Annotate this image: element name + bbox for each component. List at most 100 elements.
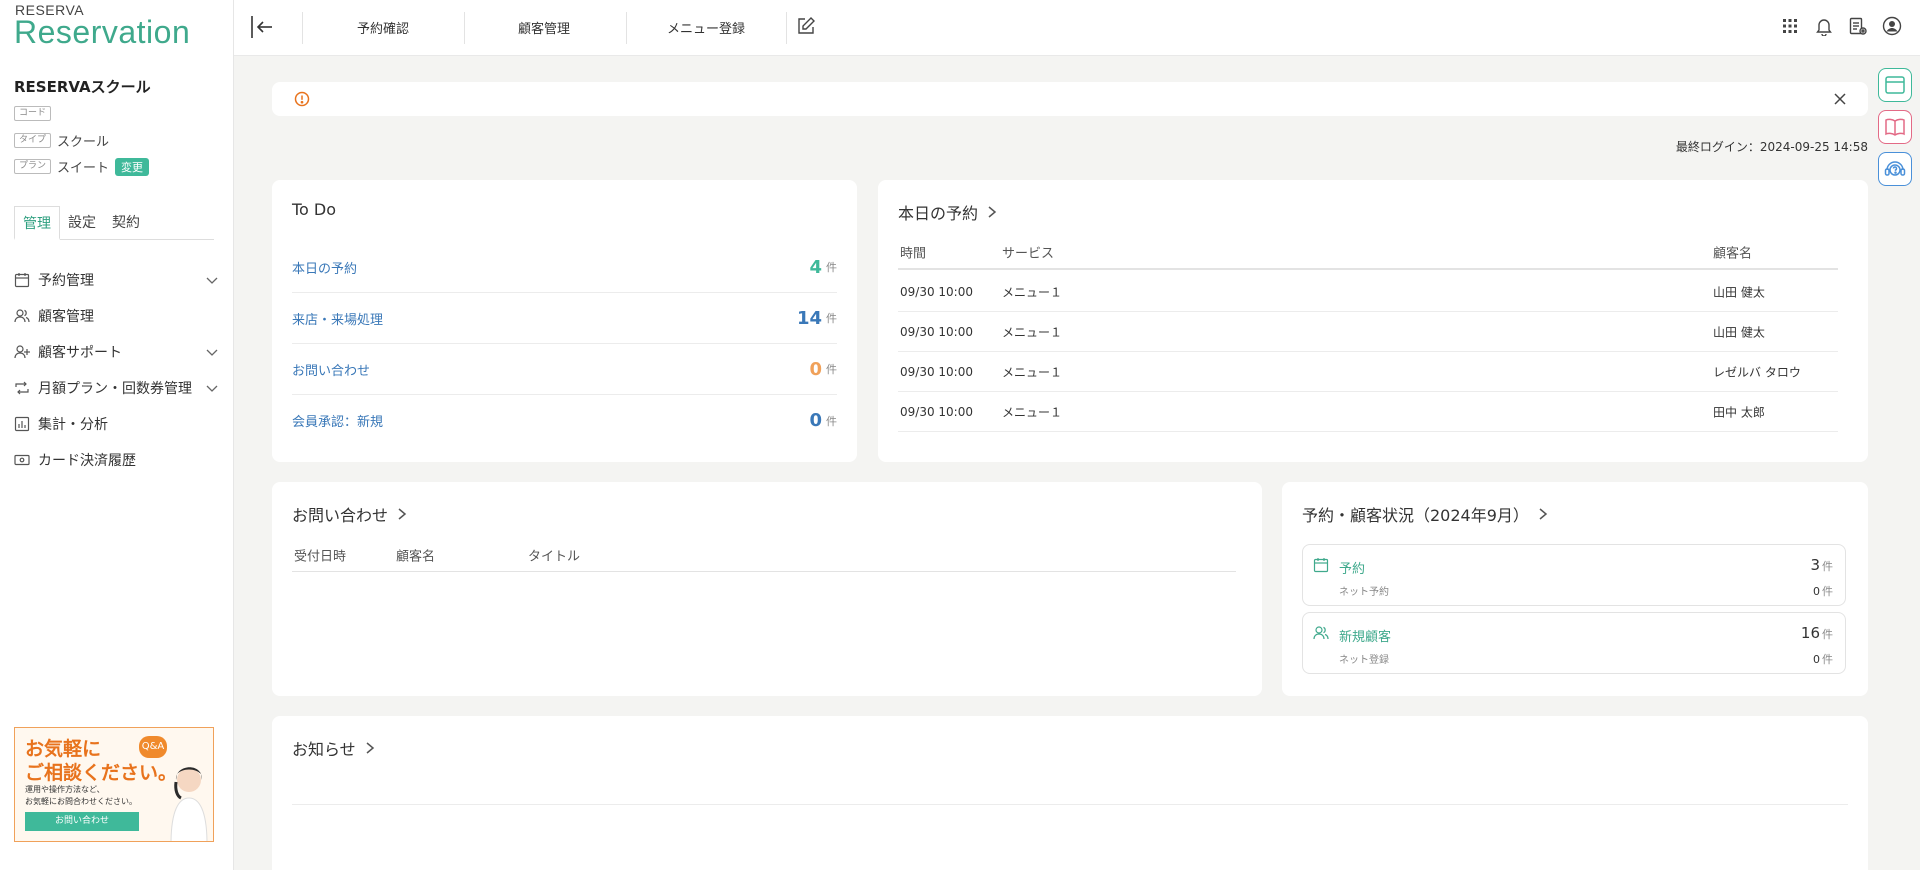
todo-title-text: To Do	[292, 200, 337, 219]
brand-logo[interactable]: Reservation	[14, 14, 190, 51]
status-title-text[interactable]: 予約・顧客状況（2024年9月）	[1302, 502, 1529, 526]
inquiry-title[interactable]: お問い合わせ	[292, 502, 408, 526]
nav-customers[interactable]: 顧客管理	[14, 298, 219, 334]
nav-analytics[interactable]: 集計・分析	[14, 406, 219, 442]
stat-unit: 件	[1822, 585, 1833, 598]
todo-item-checkin[interactable]: 来店・来場処理 14 件	[292, 293, 837, 344]
row-time: 09/30 10:00	[900, 404, 973, 419]
col-customer: 顧客名	[1713, 246, 1753, 262]
support-banner[interactable]: お気軽に ご相談ください。 Q&A 運用や操作方法など、 お気軽にお問合わせくだ…	[14, 727, 214, 842]
bell-icon[interactable]	[1814, 16, 1834, 36]
todo-label[interactable]: 来店・来場処理	[292, 309, 797, 328]
type-tag: タイプ	[14, 133, 52, 148]
header-link-reservation-check[interactable]: 予約確認	[357, 18, 409, 37]
today-title-text[interactable]: 本日の予約	[898, 200, 978, 224]
table-row[interactable]: 09/30 10:00 メニュー１ 山田 健太	[898, 272, 1838, 312]
code-tag: コード	[14, 106, 52, 121]
stat-subvalue: 0件	[1813, 651, 1833, 667]
today-reservations-card: 本日の予約 時間 サービス 顧客名 09/30 10:00 メニュー１ 山田 健…	[878, 180, 1868, 462]
nav-card-history[interactable]: カード決済履歴	[14, 442, 219, 478]
browser-float-button[interactable]	[1878, 68, 1912, 102]
collapse-sidebar-icon[interactable]	[250, 14, 274, 40]
stat-value: 16 件	[1801, 624, 1833, 642]
users-icon	[1313, 626, 1329, 640]
todo-item-today-reservations[interactable]: 本日の予約 4 件	[292, 242, 837, 293]
alert-icon	[294, 91, 310, 107]
stat-subvalue-number: 0	[1813, 653, 1820, 666]
today-title[interactable]: 本日の予約	[898, 200, 998, 224]
todo-label[interactable]: 本日の予約	[292, 258, 809, 277]
chevron-right-icon[interactable]	[1537, 507, 1549, 521]
support-person-illustration	[170, 767, 208, 841]
header-link-customer-management[interactable]: 顧客管理	[518, 18, 570, 37]
help-float-button[interactable]	[1878, 152, 1912, 186]
status-card: 予約・顧客状況（2024年9月） 予約 ネット予約 3件 0件 新規顧客 ネット…	[1282, 482, 1868, 696]
todo-count: 14	[796, 307, 822, 329]
todo-count: 0	[809, 358, 822, 380]
inquiry-title-text[interactable]: お問い合わせ	[292, 502, 388, 526]
todo-unit: 件	[826, 261, 837, 274]
status-title[interactable]: 予約・顧客状況（2024年9月）	[1302, 502, 1549, 526]
stat-label: 予約	[1339, 562, 1366, 577]
close-icon[interactable]	[1834, 93, 1846, 105]
news-card: お知らせ	[272, 716, 1868, 870]
calendar-icon	[14, 273, 30, 288]
card-icon	[14, 454, 30, 466]
edit-icon[interactable]	[796, 16, 816, 36]
todo-count: 0	[809, 410, 822, 431]
table-row[interactable]: 09/30 10:00 メニュー１ 田中 太郎	[898, 392, 1838, 432]
header-divider	[786, 12, 787, 44]
stat-value-number: 16	[1800, 624, 1820, 642]
stat-sublabel: ネット予約	[1339, 587, 1389, 598]
chevron-down-icon[interactable]	[205, 381, 219, 395]
nav-plans[interactable]: 月額プラン・回数券管理	[14, 370, 219, 406]
row-customer: 田中 太郎	[1713, 405, 1765, 419]
table-row[interactable]: 09/30 10:00 メニュー１ 山田 健太	[898, 312, 1838, 352]
chevron-right-icon[interactable]	[364, 741, 376, 755]
todo-label[interactable]: 会員承認：新規	[292, 411, 809, 430]
side-tabs: 管理 設定 契約	[14, 206, 214, 240]
chevron-down-icon[interactable]	[205, 273, 219, 287]
nav-label: 予約管理	[38, 273, 94, 289]
settings-list-icon[interactable]	[1848, 16, 1868, 36]
stat-value: 3件	[1810, 556, 1833, 574]
manual-float-button[interactable]	[1878, 110, 1912, 144]
row-customer: 山田 健太	[1713, 325, 1765, 339]
nav-support[interactable]: 顧客サポート	[14, 334, 219, 370]
stat-reservations[interactable]: 予約 ネット予約 3件 0件	[1302, 544, 1846, 606]
chevron-right-icon[interactable]	[986, 205, 998, 219]
promo-contact-button[interactable]: お問い合わせ	[25, 812, 139, 831]
col-time: 時間	[900, 246, 927, 262]
promo-headline-2: ご相談ください。	[25, 762, 178, 784]
news-title[interactable]: お知らせ	[292, 736, 376, 760]
col-service: サービス	[1002, 246, 1055, 262]
apps-grid-icon[interactable]	[1780, 16, 1800, 36]
plan-change-button[interactable]: 変更	[115, 157, 150, 176]
stat-new-customers[interactable]: 新規顧客 ネット登録 16 件 0件	[1302, 612, 1846, 674]
todo-unit: 件	[826, 312, 837, 325]
todo-label[interactable]: お問い合わせ	[292, 360, 809, 379]
news-title-text[interactable]: お知らせ	[292, 736, 356, 760]
todo-item-member-approval[interactable]: 会員承認：新規 0 件	[292, 395, 837, 446]
row-customer: レゼルバ タロウ	[1713, 365, 1801, 379]
row-service: メニュー１	[1002, 325, 1063, 339]
calendar-icon	[1313, 558, 1329, 573]
tab-settings[interactable]: 設定	[60, 206, 104, 239]
tab-contract[interactable]: 契約	[104, 206, 148, 239]
type-row: タイプ スクール	[14, 131, 109, 150]
tab-manage[interactable]: 管理	[14, 206, 60, 240]
chevron-down-icon[interactable]	[205, 345, 219, 359]
row-time: 09/30 10:00	[900, 324, 973, 339]
row-service: メニュー１	[1002, 365, 1063, 379]
row-time: 09/30 10:00	[900, 284, 973, 299]
header-link-menu-registration[interactable]: メニュー登録	[667, 18, 745, 37]
stat-sublabel: ネット登録	[1339, 655, 1389, 666]
todo-item-inquiries[interactable]: お問い合わせ 0 件	[292, 344, 837, 395]
chart-icon	[14, 416, 30, 432]
type-value: スクール	[57, 135, 110, 150]
user-avatar-icon[interactable]	[1882, 16, 1902, 36]
todo-unit: 件	[826, 414, 837, 428]
table-row[interactable]: 09/30 10:00 メニュー１ レゼルバ タロウ	[898, 352, 1838, 392]
chevron-right-icon[interactable]	[396, 507, 408, 521]
nav-reservations[interactable]: 予約管理	[14, 262, 219, 298]
